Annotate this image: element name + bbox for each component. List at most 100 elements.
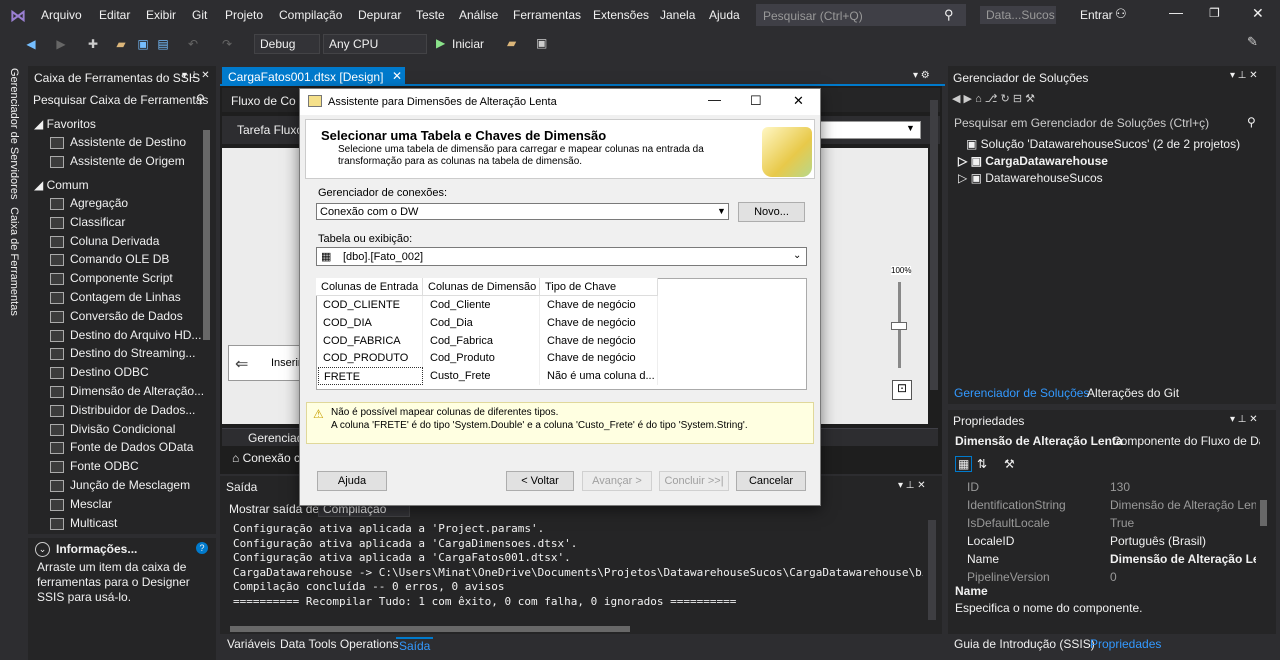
grid-cell[interactable]: Cod_Fabrica xyxy=(425,331,540,350)
property-name[interactable]: PipelineVersion xyxy=(967,570,1050,584)
menu-arquivo[interactable]: Arquivo xyxy=(41,8,82,22)
tab-git-changes[interactable]: Alterações do Git xyxy=(1087,386,1179,400)
toolbox-item[interactable]: Mesclar xyxy=(70,497,112,511)
home-icon[interactable]: ⌂ xyxy=(975,93,982,105)
connection-select[interactable]: Conexão com o DW ▼ xyxy=(316,203,729,220)
fit-view-icon[interactable]: ⊡ xyxy=(892,380,912,400)
toolbox-item[interactable]: Junção de Mesclagem xyxy=(70,478,190,492)
minimize-icon[interactable]: — xyxy=(708,92,721,107)
toolbox-item[interactable]: Divisão Condicional xyxy=(70,422,175,436)
grid-cell[interactable]: COD_PRODUTO xyxy=(318,349,423,368)
menu-ajuda[interactable]: Ajuda xyxy=(709,8,740,22)
menu-janela[interactable]: Janela xyxy=(660,8,695,22)
pin-icon[interactable]: ▾ ⊥ ✕ xyxy=(182,70,210,81)
designer-scrollbar[interactable] xyxy=(930,100,938,390)
search-input[interactable]: Pesquisar (Ctrl+Q) xyxy=(756,4,966,26)
designer-tab-label[interactable]: Fluxo de Co xyxy=(231,94,296,108)
tab-output[interactable]: Saída xyxy=(396,637,434,653)
tab-properties[interactable]: Propriedades xyxy=(1090,637,1161,651)
project-item-datawarehouse[interactable]: ▷ ▣ DatawarehouseSucos xyxy=(958,171,1103,185)
sort-icon[interactable]: ⇅ xyxy=(977,457,987,471)
property-value[interactable]: True xyxy=(1110,516,1256,530)
output-hscroll[interactable] xyxy=(230,626,630,632)
project-item-carga[interactable]: ▷ ▣ CargaDatawarehouse xyxy=(958,154,1108,168)
menu-compilacao[interactable]: Compilação xyxy=(279,8,342,22)
toolbox-scrollbar[interactable] xyxy=(203,130,210,340)
tab-getting-started[interactable]: Guia de Introdução (SSIS) xyxy=(954,637,1095,651)
property-name[interactable]: LocaleID xyxy=(967,534,1014,548)
save-icon[interactable]: ▣ xyxy=(136,37,150,51)
close-icon[interactable]: ✕ xyxy=(1252,5,1264,22)
git-icon[interactable]: ⎇ xyxy=(985,93,998,105)
grid-cell[interactable]: COD_DIA xyxy=(318,313,423,332)
redo-icon[interactable]: ↷ xyxy=(220,37,234,51)
toolbox-search-input[interactable]: Pesquisar Caixa de Ferramentas xyxy=(33,93,208,107)
property-name[interactable]: IsDefaultLocale xyxy=(967,516,1050,530)
solution-root[interactable]: ▣ Solução 'DatawarehouseSucos' (2 de 2 p… xyxy=(966,137,1240,151)
menu-projeto[interactable]: Projeto xyxy=(225,8,263,22)
forward-icon[interactable]: ▶ xyxy=(54,37,68,51)
doc-tab[interactable]: CargaFatos001.dtsx [Design] ✕ xyxy=(222,67,405,86)
grid-cell[interactable]: Chave de negócio xyxy=(542,296,658,314)
open-folder-icon[interactable]: ▰ xyxy=(114,37,128,51)
tab-variables[interactable]: Variáveis xyxy=(227,637,275,651)
next-button[interactable]: Avançar > xyxy=(582,471,652,491)
grid-header[interactable]: Colunas de Dimensão xyxy=(423,278,540,296)
toolbox-item[interactable]: Agregação xyxy=(70,196,128,210)
back-icon[interactable]: ◀ xyxy=(952,93,960,105)
menu-ferramentas[interactable]: Ferramentas xyxy=(513,8,581,22)
toolbox-item[interactable]: Fonte ODBC xyxy=(70,459,139,473)
menu-depurar[interactable]: Depurar xyxy=(358,8,401,22)
grid-cell[interactable]: Chave de negócio xyxy=(542,349,658,368)
new-connection-button[interactable]: Novo... xyxy=(738,202,805,222)
properties-pin-icon[interactable]: ▾ ⊥ ✕ xyxy=(1230,414,1258,425)
tab-solution-explorer[interactable]: Gerenciador de Soluções xyxy=(954,386,1089,400)
tab-close-icon[interactable]: ✕ xyxy=(392,69,402,83)
table-select[interactable]: ▦ [dbo].[Fato_002] ⌄ xyxy=(316,247,807,266)
menu-git[interactable]: Git xyxy=(192,8,207,22)
grid-cell[interactable]: Chave de negócio xyxy=(542,331,658,350)
toolbox-item[interactable]: Componente Script xyxy=(70,271,173,285)
toolbox-item[interactable]: Fonte de Dados OData xyxy=(70,440,193,454)
menu-analise[interactable]: Análise xyxy=(459,8,498,22)
person-icon[interactable]: ⚇ xyxy=(1115,6,1127,22)
server-explorer-tab[interactable]: Gerenciador de Servidores xyxy=(8,68,20,199)
toolbox-item[interactable]: Coluna Derivada xyxy=(70,234,159,248)
help-icon[interactable]: ? xyxy=(196,542,208,554)
tab-dropdown-icon[interactable]: ▾ ⚙ xyxy=(913,70,930,81)
menu-extensoes[interactable]: Extensões xyxy=(593,8,649,22)
zoom-thumb[interactable] xyxy=(891,322,907,330)
collapse-icon[interactable]: ⌄ xyxy=(35,542,50,557)
menu-exibir[interactable]: Exibir xyxy=(146,8,176,22)
collapse-all-icon[interactable]: ⊟ xyxy=(1013,93,1022,105)
common-group[interactable]: ◢ Comum xyxy=(34,178,89,192)
toolbox-item[interactable]: Destino do Streaming... xyxy=(70,346,195,360)
properties-object[interactable]: Dimensão de Alteração Lenta xyxy=(955,434,1123,448)
property-name[interactable]: Name xyxy=(967,552,999,566)
toolbox-item[interactable]: Destino ODBC xyxy=(70,365,149,379)
toolbox-item[interactable]: Classificar xyxy=(70,215,125,229)
properties-scrollbar[interactable] xyxy=(1260,500,1267,526)
grid-cell[interactable]: Chave de negócio xyxy=(542,313,658,332)
properties-object-type[interactable]: Componente do Fluxo de Dac xyxy=(1112,434,1260,448)
undo-icon[interactable]: ↶ xyxy=(186,37,200,51)
favorites-group[interactable]: ◢ Favoritos xyxy=(34,117,96,131)
start-button[interactable]: Iniciar xyxy=(452,37,484,51)
toolbox-item[interactable]: Contagem de Linhas xyxy=(70,290,181,304)
property-value[interactable]: Dimensão de Alteração Lenta xyxy=(1110,498,1256,512)
grid-header[interactable]: Colunas de Entrada xyxy=(316,278,423,296)
solution-search-input[interactable]: Pesquisar em Gerenciador de Soluções (Ct… xyxy=(954,116,1209,130)
help-button[interactable]: Ajuda xyxy=(317,471,387,491)
grid-cell[interactable]: Cod_Cliente xyxy=(425,296,540,314)
toolbox-item[interactable]: Assistente de Origem xyxy=(70,154,185,168)
forward-icon[interactable]: ▶ xyxy=(964,93,972,105)
refresh-icon[interactable]: ↻ xyxy=(1001,93,1010,105)
property-name[interactable]: IdentificationString xyxy=(967,498,1066,512)
toolbox-item[interactable]: Comando OLE DB xyxy=(70,252,169,266)
property-value[interactable]: 0 xyxy=(1110,570,1256,584)
toolbox-item[interactable]: Dimensão de Alteração... xyxy=(70,384,204,398)
wrench-icon[interactable]: ⚒ xyxy=(1025,93,1035,105)
wrench-icon[interactable]: ⚒ xyxy=(1004,457,1015,471)
property-value[interactable]: Português (Brasil) xyxy=(1110,534,1256,548)
toolbox-item[interactable]: Multicast xyxy=(70,516,117,530)
